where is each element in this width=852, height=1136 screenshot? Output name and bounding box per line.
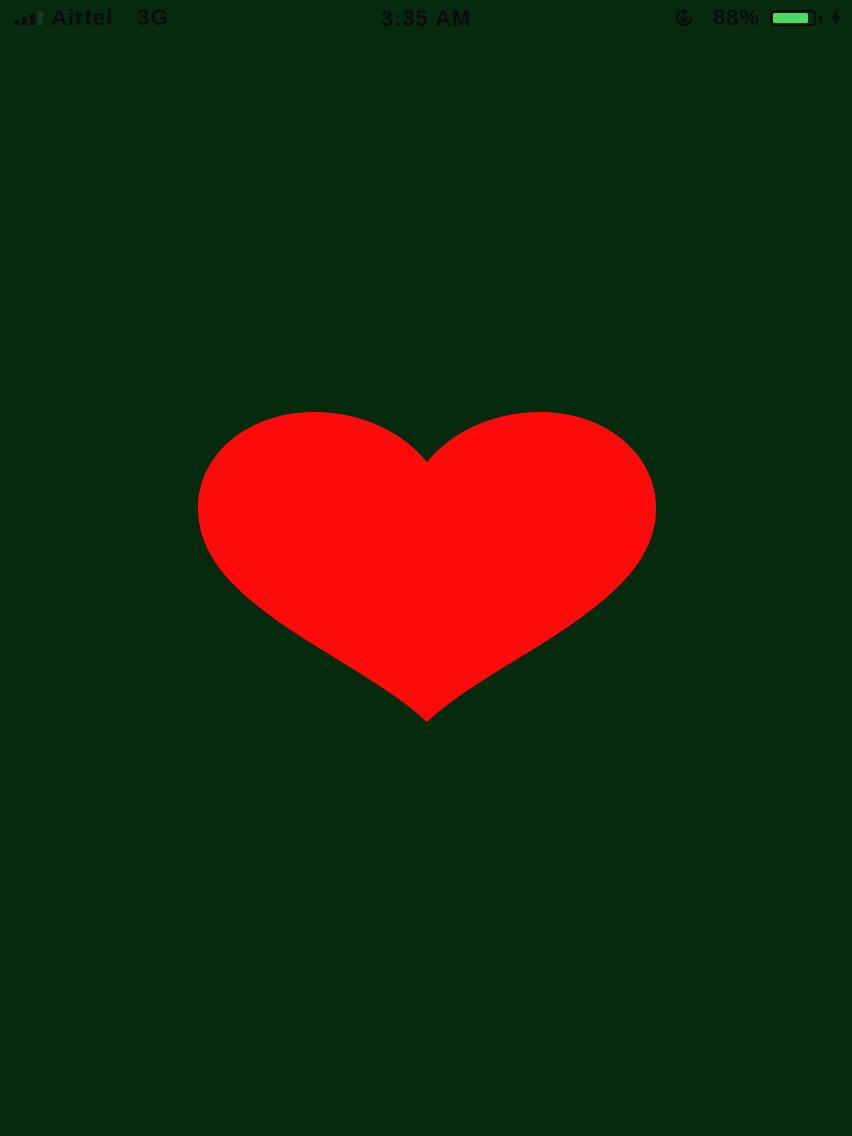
battery-percentage: 88%: [712, 5, 760, 30]
heart-shape: [198, 412, 656, 722]
battery-icon: [770, 10, 816, 26]
heart-path: [198, 412, 656, 722]
status-bar-right: 88%: [673, 5, 842, 30]
app-screen: Airtel 3G 3:35 AM 88%: [0, 0, 852, 1136]
orientation-lock-icon: [675, 8, 693, 27]
battery-cap: [819, 14, 822, 22]
lightning-bolt-icon: [831, 9, 841, 27]
status-bar: Airtel 3G 3:35 AM 88%: [0, 0, 852, 36]
battery-level-fill: [773, 13, 808, 23]
